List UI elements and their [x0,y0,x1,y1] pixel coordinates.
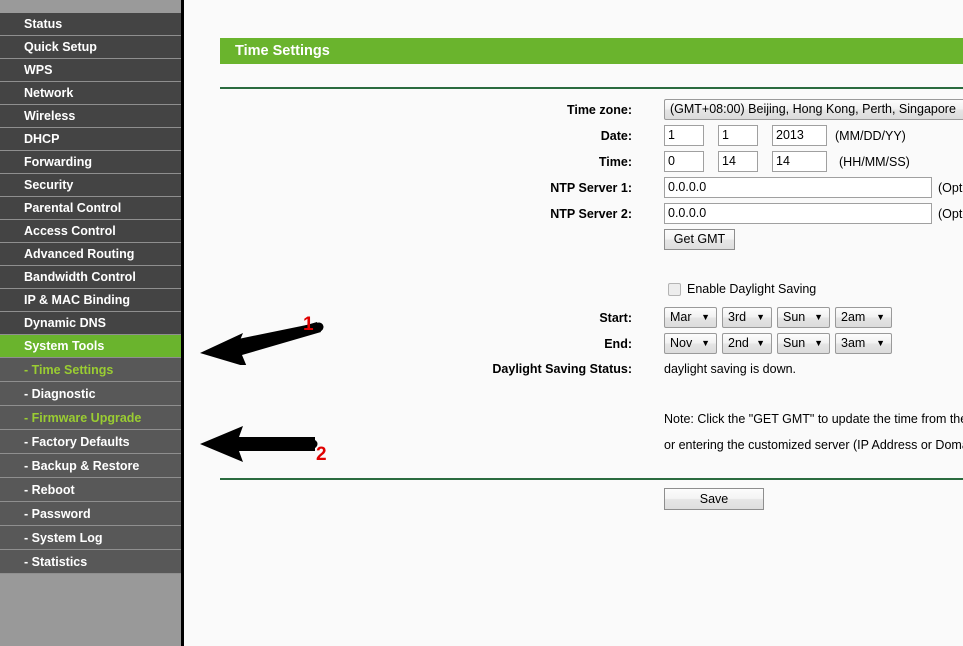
enable-daylight-saving-checkbox[interactable] [668,283,681,296]
annotation-number-1: 1 [303,314,314,335]
daylight-end-label: End: [604,337,632,351]
sidebar-sub-menu: - Time Settings - Diagnostic - Firmware Up… [0,358,181,574]
ntp2-optional-hint: (Optional) [938,207,963,221]
sidebar-navigation: Status Quick Setup WPS Network Wireless DHCP F… [0,0,184,646]
chevron-down-icon: ▼ [814,338,823,348]
sidebar-subitem-time-settings[interactable]: - Time Settings [0,358,181,382]
timezone-select-value: (GMT+08:00) Beijing, Hong Kong, Perth, S… [670,102,956,116]
timezone-select[interactable]: (GMT+08:00) Beijing, Hong Kong, Perth, S… [664,99,963,120]
sidebar-subitem-system-log[interactable]: - System Log [0,526,181,550]
sidebar-item-forwarding[interactable]: Forwarding [0,151,181,174]
start-month-select[interactable]: Mar ▼ [664,307,717,328]
ntp1-optional-hint: (Optional) [938,181,963,195]
end-hour-select[interactable]: 3am ▼ [835,333,892,354]
row-timezone: Time zone: (GMT+08:00) Beijing, Hong Kon… [187,99,963,121]
date-year-input[interactable]: 2013 [772,125,827,146]
note-line-2: or entering the customized server (IP Ad… [664,438,963,452]
ntp-server-2-input[interactable]: 0.0.0.0 [664,203,932,224]
row-ntp1: NTP Server 1: 0.0.0.0 (Optional) [187,177,963,199]
time-format-hint: (HH/MM/SS) [839,155,910,169]
sidebar-item-wireless[interactable]: Wireless [0,105,181,128]
sidebar-subitem-reboot[interactable]: - Reboot [0,478,181,502]
sidebar-subitem-backup-restore[interactable]: - Backup & Restore [0,454,181,478]
row-date: Date: 1 1 2013 (MM/DD/YY) [187,125,963,147]
sidebar-subitem-firmware-upgrade[interactable]: - Firmware Upgrade [0,406,181,430]
get-gmt-button[interactable]: Get GMT [664,229,735,250]
daylight-status-label: Daylight Saving Status: [492,362,632,376]
start-week-select[interactable]: 3rd ▼ [722,307,772,328]
end-month-select[interactable]: Nov ▼ [664,333,717,354]
daylight-status-value: daylight saving is down. [664,362,797,376]
end-hour-value: 3am [841,336,866,350]
start-week-value: 3rd [728,310,747,324]
sidebar-item-access-control[interactable]: Access Control [0,220,181,243]
daylight-start-label: Start: [599,311,632,325]
page-title: Time Settings [220,38,963,64]
date-day-input[interactable]: 1 [718,125,758,146]
chevron-down-icon: ▼ [701,312,710,322]
sidebar-main-menu: Status Quick Setup WPS Network Wireless DHCP F… [0,13,181,358]
time-label: Time: [598,155,632,169]
date-format-hint: (MM/DD/YY) [835,129,906,143]
start-day-value: Sun [783,310,806,324]
annotation-arrow-2 [200,426,318,462]
time-hour-input[interactable]: 0 [664,151,704,172]
time-second-input[interactable]: 14 [772,151,827,172]
sidebar-subitem-factory-defaults[interactable]: - Factory Defaults [0,430,181,454]
sidebar-subitem-diagnostic[interactable]: - Diagnostic [0,382,181,406]
end-month-value: Nov [670,336,693,350]
note-line-1: Note: Click the "GET GMT" to update the … [664,412,963,426]
date-month-input[interactable]: 1 [664,125,704,146]
ntp-server-2-label: NTP Server 2: [550,207,632,221]
chevron-down-icon: ▼ [701,338,710,348]
end-day-select[interactable]: Sun ▼ [777,333,830,354]
start-day-select[interactable]: Sun ▼ [777,307,830,328]
ntp-server-1-input[interactable]: 0.0.0.0 [664,177,932,198]
sidebar-item-status[interactable]: Status [0,13,181,36]
end-week-select[interactable]: 2nd ▼ [722,333,772,354]
router-admin-page: Status Quick Setup WPS Network Wireless DHCP F… [0,0,963,646]
sidebar-item-advanced-routing[interactable]: Advanced Routing [0,243,181,266]
chevron-down-icon: ▼ [814,312,823,322]
start-hour-value: 2am [841,310,866,324]
sidebar-top-spacer [0,0,181,13]
time-minute-input[interactable]: 14 [718,151,758,172]
annotation-number-2: 2 [316,444,327,465]
ntp-server-1-label: NTP Server 1: [550,181,632,195]
chevron-down-icon: ▼ [876,338,885,348]
save-button[interactable]: Save [664,488,764,510]
timezone-label: Time zone: [566,103,632,117]
sidebar-item-dhcp[interactable]: DHCP [0,128,181,151]
sidebar-item-security[interactable]: Security [0,174,181,197]
start-month-value: Mar [670,310,692,324]
sidebar-item-ip-mac-binding[interactable]: IP & MAC Binding [0,289,181,312]
end-day-value: Sun [783,336,806,350]
sidebar-item-bandwidth-control[interactable]: Bandwidth Control [0,266,181,289]
sidebar-subitem-statistics[interactable]: - Statistics [0,550,181,574]
enable-daylight-saving-label: Enable Daylight Saving [687,282,817,296]
sidebar-item-wps[interactable]: WPS [0,59,181,82]
chevron-down-icon: ▼ [756,338,765,348]
sidebar-item-quick-setup[interactable]: Quick Setup [0,36,181,59]
row-ntp2: NTP Server 2: 0.0.0.0 (Optional) [187,203,963,225]
chevron-down-icon: ▼ [756,312,765,322]
chevron-down-icon: ▼ [876,312,885,322]
date-label: Date: [600,129,632,143]
row-time: Time: 0 14 14 (HH/MM/SS) [187,151,963,173]
sidebar-item-parental-control[interactable]: Parental Control [0,197,181,220]
sidebar-subitem-password[interactable]: - Password [0,502,181,526]
start-hour-select[interactable]: 2am ▼ [835,307,892,328]
divider-top [220,87,963,89]
sidebar-item-dynamic-dns[interactable]: Dynamic DNS [0,312,181,335]
sidebar-item-network[interactable]: Network [0,82,181,105]
divider-bottom [220,478,963,480]
end-week-value: 2nd [728,336,749,350]
sidebar-item-system-tools[interactable]: System Tools [0,335,181,358]
